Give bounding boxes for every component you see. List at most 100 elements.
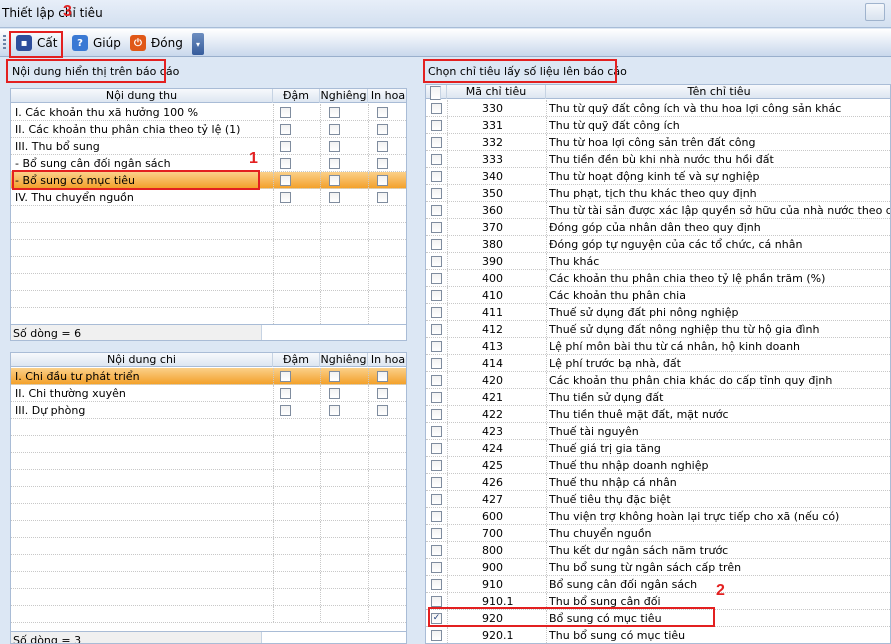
panel-splitter[interactable]: [414, 57, 420, 644]
indicator-checkbox[interactable]: [431, 477, 442, 488]
close-button[interactable]: ⏻ Đóng: [126, 32, 187, 54]
indicator-row[interactable]: 360 Thu từ tài sản được xác lập quyền sở …: [426, 202, 890, 219]
indicator-checkbox[interactable]: [431, 460, 442, 471]
indicator-checkbox[interactable]: [431, 205, 442, 216]
indicator-row[interactable]: 900 Thu bổ sung từ ngân sách cấp trên: [426, 559, 890, 576]
bold-checkbox[interactable]: [280, 124, 291, 135]
bold-checkbox[interactable]: [280, 107, 291, 118]
indicator-row[interactable]: 600 Thu viện trợ không hoàn lại trực tiếp…: [426, 508, 890, 525]
indicator-row[interactable]: 410 Các khoản thu phân chia: [426, 287, 890, 304]
indicator-checkbox[interactable]: [431, 528, 442, 539]
italic-checkbox[interactable]: [329, 192, 340, 203]
header-revenue-content[interactable]: Nội dung thu: [11, 89, 273, 103]
indicator-checkbox[interactable]: [431, 596, 442, 607]
italic-checkbox[interactable]: [329, 405, 340, 416]
bold-checkbox[interactable]: [280, 158, 291, 169]
header-bold[interactable]: Đậm: [273, 353, 320, 367]
indicator-row[interactable]: 420 Các khoản thu phân chia khác do cấp t…: [426, 372, 890, 389]
indicator-checkbox[interactable]: [431, 256, 442, 267]
bold-checkbox[interactable]: [280, 405, 291, 416]
indicator-row[interactable]: 412 Thuế sử dụng đất nông nghiệp thu từ h…: [426, 321, 890, 338]
uppercase-checkbox[interactable]: [377, 388, 388, 399]
header-indicator-code[interactable]: Mã chỉ tiêu: [447, 85, 546, 99]
bold-checkbox[interactable]: [280, 371, 291, 382]
indicator-checkbox[interactable]: [431, 188, 442, 199]
revenue-row[interactable]: II. Các khoản thu phân chia theo tỷ lệ (…: [11, 121, 406, 138]
indicator-checkbox[interactable]: [431, 494, 442, 505]
indicator-checkbox[interactable]: [431, 358, 442, 369]
indicator-row[interactable]: 424 Thuế giá trị gia tăng: [426, 440, 890, 457]
italic-checkbox[interactable]: [329, 371, 340, 382]
uppercase-checkbox[interactable]: [377, 405, 388, 416]
indicator-checkbox[interactable]: [431, 154, 442, 165]
indicator-checkbox[interactable]: [431, 171, 442, 182]
indicator-checkbox[interactable]: [431, 120, 442, 131]
indicator-row[interactable]: 370 Đóng góp của nhân dân theo quy định: [426, 219, 890, 236]
indicator-checkbox[interactable]: [431, 103, 442, 114]
indicator-grid[interactable]: Mã chỉ tiêu Tên chỉ tiêu 330 Thu từ quỹ đ…: [425, 84, 891, 644]
uppercase-checkbox[interactable]: [377, 192, 388, 203]
indicator-checkbox[interactable]: [431, 324, 442, 335]
uppercase-checkbox[interactable]: [377, 175, 388, 186]
header-italic[interactable]: Nghiêng: [320, 353, 368, 367]
indicator-row[interactable]: 380 Đóng góp tự nguyện của các tổ chức, c…: [426, 236, 890, 253]
italic-checkbox[interactable]: [329, 107, 340, 118]
expense-row[interactable]: II. Chi thường xuyên: [11, 385, 406, 402]
indicator-row[interactable]: 423 Thuế tài nguyên: [426, 423, 890, 440]
help-button[interactable]: ? Giúp: [68, 32, 125, 54]
header-italic[interactable]: Nghiêng: [320, 89, 368, 103]
header-bold[interactable]: Đậm: [273, 89, 320, 103]
indicator-row[interactable]: 422 Thu tiền thuê mặt đất, mặt nước: [426, 406, 890, 423]
expense-row[interactable]: I. Chi đầu tư phát triển: [11, 368, 406, 385]
header-uppercase[interactable]: In hoa: [368, 89, 406, 103]
uppercase-checkbox[interactable]: [377, 141, 388, 152]
uppercase-checkbox[interactable]: [377, 107, 388, 118]
uppercase-checkbox[interactable]: [377, 371, 388, 382]
indicator-checkbox[interactable]: [431, 290, 442, 301]
indicator-row[interactable]: 331 Thu từ quỹ đất công ích: [426, 117, 890, 134]
indicator-checkbox[interactable]: [431, 239, 442, 250]
header-expense-content[interactable]: Nội dung chi: [11, 353, 273, 367]
revenue-content-grid[interactable]: Nội dung thu Đậm Nghiêng In hoa I. Các k…: [10, 88, 407, 341]
indicator-checkbox[interactable]: [431, 392, 442, 403]
indicator-row[interactable]: 340 Thu từ hoạt động kinh tế và sự nghiệp: [426, 168, 890, 185]
header-uppercase[interactable]: In hoa: [368, 353, 406, 367]
italic-checkbox[interactable]: [329, 141, 340, 152]
toolbar-overflow-icon[interactable]: ▾: [192, 33, 204, 55]
indicator-checkbox[interactable]: [431, 375, 442, 386]
toolbar-grip-icon[interactable]: [3, 35, 6, 51]
indicator-row[interactable]: 332 Thu từ hoa lợi công sản trên đất công: [426, 134, 890, 151]
indicator-row[interactable]: 330 Thu từ quỹ đất công ích và thu hoa lợ…: [426, 100, 890, 117]
uppercase-checkbox[interactable]: [377, 124, 388, 135]
expense-row[interactable]: III. Dự phòng: [11, 402, 406, 419]
indicator-checkbox[interactable]: [431, 426, 442, 437]
bold-checkbox[interactable]: [280, 388, 291, 399]
indicator-row[interactable]: 800 Thu kết dư ngân sách năm trước: [426, 542, 890, 559]
indicator-row[interactable]: 333 Thu tiền đền bù khi nhà nước thu hồi …: [426, 151, 890, 168]
indicator-checkbox[interactable]: [431, 443, 442, 454]
indicator-checkbox[interactable]: [431, 307, 442, 318]
bold-checkbox[interactable]: [280, 192, 291, 203]
indicator-row[interactable]: 400 Các khoản thu phân chia theo tỷ lệ ph…: [426, 270, 890, 287]
indicator-checkbox[interactable]: [431, 222, 442, 233]
indicator-row[interactable]: 390 Thu khác: [426, 253, 890, 270]
header-select-all[interactable]: [426, 85, 447, 100]
italic-checkbox[interactable]: [329, 124, 340, 135]
indicator-checkbox[interactable]: [431, 341, 442, 352]
select-all-checkbox[interactable]: [430, 86, 441, 100]
indicator-row[interactable]: 350 Thu phạt, tịch thu khác theo quy định: [426, 185, 890, 202]
revenue-row[interactable]: IV. Thu chuyển nguồn: [11, 189, 406, 206]
italic-checkbox[interactable]: [329, 175, 340, 186]
indicator-checkbox[interactable]: [431, 273, 442, 284]
header-indicator-name[interactable]: Tên chỉ tiêu: [546, 85, 890, 99]
revenue-row[interactable]: III. Thu bổ sung: [11, 138, 406, 155]
indicator-row[interactable]: 421 Thu tiền sử dụng đất: [426, 389, 890, 406]
indicator-checkbox[interactable]: [431, 630, 442, 641]
indicator-row[interactable]: 427 Thuế tiêu thụ đặc biệt: [426, 491, 890, 508]
indicator-checkbox[interactable]: [431, 562, 442, 573]
indicator-checkbox[interactable]: [431, 579, 442, 590]
indicator-checkbox[interactable]: [431, 409, 442, 420]
bold-checkbox[interactable]: [280, 175, 291, 186]
indicator-row[interactable]: 920.1 Thu bổ sung có mục tiêu: [426, 627, 890, 643]
indicator-row[interactable]: 413 Lệ phí môn bài thu từ cá nhân, hộ kin…: [426, 338, 890, 355]
